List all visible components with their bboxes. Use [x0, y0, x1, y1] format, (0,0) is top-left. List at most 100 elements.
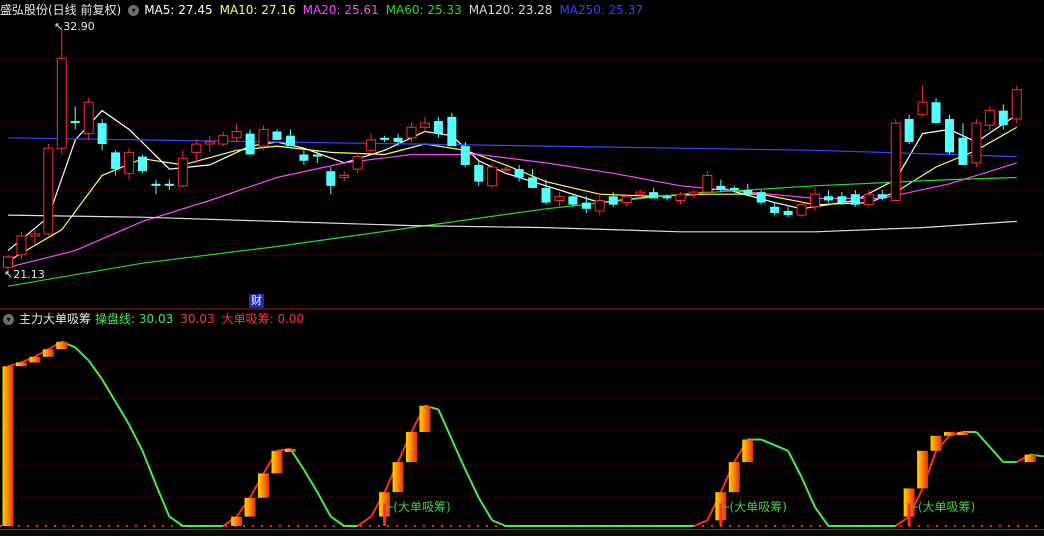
candle	[784, 207, 793, 217]
collapse-icon[interactable]: ▾	[128, 5, 139, 16]
control-line-segment	[438, 409, 451, 439]
signal-bar	[285, 449, 296, 452]
candle	[542, 180, 551, 205]
stock-title[interactable]: 盛弘股份(日线 前复权)	[0, 1, 121, 19]
control-line-segment	[102, 379, 115, 402]
candle	[1012, 86, 1021, 124]
candlesticks	[4, 27, 1022, 274]
low-price-label: ↖21.13	[4, 268, 45, 281]
candle-body	[420, 123, 429, 127]
candle-body	[784, 211, 793, 215]
kline-chart[interactable]: ─(大单吸筹)─(大单吸筹)─(大单吸筹)	[0, 0, 1044, 535]
control-line-segment	[479, 498, 492, 521]
signal-bar	[245, 498, 256, 517]
candle-body	[824, 196, 833, 200]
candle-body	[918, 102, 927, 115]
signal-bar	[406, 432, 417, 462]
candle-body	[299, 154, 308, 160]
candle	[905, 115, 914, 144]
candle	[824, 190, 833, 203]
candle-body	[985, 111, 994, 126]
candle-body	[703, 175, 712, 192]
candle-body	[582, 203, 591, 209]
control-line-segment	[815, 507, 828, 526]
control-line-segment	[89, 361, 102, 380]
candle-body	[501, 169, 510, 170]
candle-body	[273, 132, 282, 140]
candle	[17, 232, 26, 259]
candle-body	[636, 192, 645, 194]
control-line-segment	[976, 432, 989, 447]
ma-legend-item: MA60: 25.33	[386, 3, 462, 17]
control-line-segment	[304, 470, 317, 493]
candle	[205, 136, 214, 153]
candle-body	[246, 134, 255, 155]
indicator-legend-item: 30.03	[180, 312, 214, 326]
candle-body	[528, 177, 537, 187]
control-line-segment	[116, 402, 129, 425]
candle-body	[192, 144, 201, 152]
control-line-segment	[169, 517, 182, 526]
candle-body	[568, 196, 577, 204]
signal-bar	[272, 451, 283, 474]
candle-body	[178, 159, 187, 186]
control-line-segment	[788, 451, 801, 477]
candle	[945, 115, 954, 155]
candle-body	[326, 171, 335, 186]
ma-legend-item: MA5: 27.45	[144, 3, 212, 17]
candle-body	[488, 167, 497, 186]
candle	[219, 132, 228, 147]
candle	[98, 119, 107, 150]
candle-body	[219, 136, 228, 144]
candle-body	[770, 207, 779, 213]
candle-body	[30, 234, 39, 236]
candle-body	[71, 121, 80, 123]
signal-bar	[957, 432, 968, 435]
candle	[192, 140, 201, 163]
ma-line-ma120	[8, 215, 1017, 232]
candle	[30, 230, 39, 245]
candle-body	[999, 111, 1008, 126]
ma-legend-item: MA120: 23.28	[469, 3, 553, 17]
candle-body	[932, 102, 941, 123]
financial-report-badge[interactable]: 财	[249, 294, 264, 308]
candle	[340, 171, 349, 181]
candle	[57, 27, 66, 154]
candle	[958, 123, 967, 165]
signal-bar	[29, 357, 40, 363]
control-line-segment	[761, 440, 774, 446]
signal-bar	[393, 462, 404, 492]
candle-body	[837, 196, 846, 202]
signal-bar	[16, 362, 27, 366]
candle	[125, 148, 134, 179]
candle	[151, 180, 160, 195]
candle	[273, 129, 282, 139]
candle-body	[367, 140, 376, 150]
candle-body	[98, 123, 107, 144]
candle	[165, 180, 174, 190]
candle	[851, 190, 860, 207]
signal-bar	[742, 440, 753, 463]
control-line-segment	[492, 520, 505, 526]
candle	[528, 169, 537, 188]
candle	[71, 106, 80, 129]
candle-body	[622, 196, 631, 202]
candle-body	[797, 205, 806, 215]
candle-body	[111, 152, 120, 169]
candle-body	[811, 194, 820, 207]
candle	[515, 165, 524, 182]
candle-body	[44, 148, 53, 234]
signal-bar	[917, 451, 928, 489]
control-line-segment	[896, 517, 909, 526]
indicator-title[interactable]: 主力大单吸筹	[19, 310, 91, 328]
indicator-legend: 操盘线: 30.0330.03大单吸筹: 0.00	[95, 310, 311, 328]
control-line-segment	[143, 451, 156, 485]
candle-body	[353, 157, 362, 170]
signal-bar	[3, 366, 14, 526]
candle-body	[57, 58, 66, 148]
collapse-icon[interactable]: ▾	[3, 314, 14, 325]
ma-legend-item: MA10: 27.16	[220, 3, 296, 17]
candle-body	[340, 175, 349, 177]
candle-body	[474, 165, 483, 182]
signal-bar	[43, 349, 54, 357]
